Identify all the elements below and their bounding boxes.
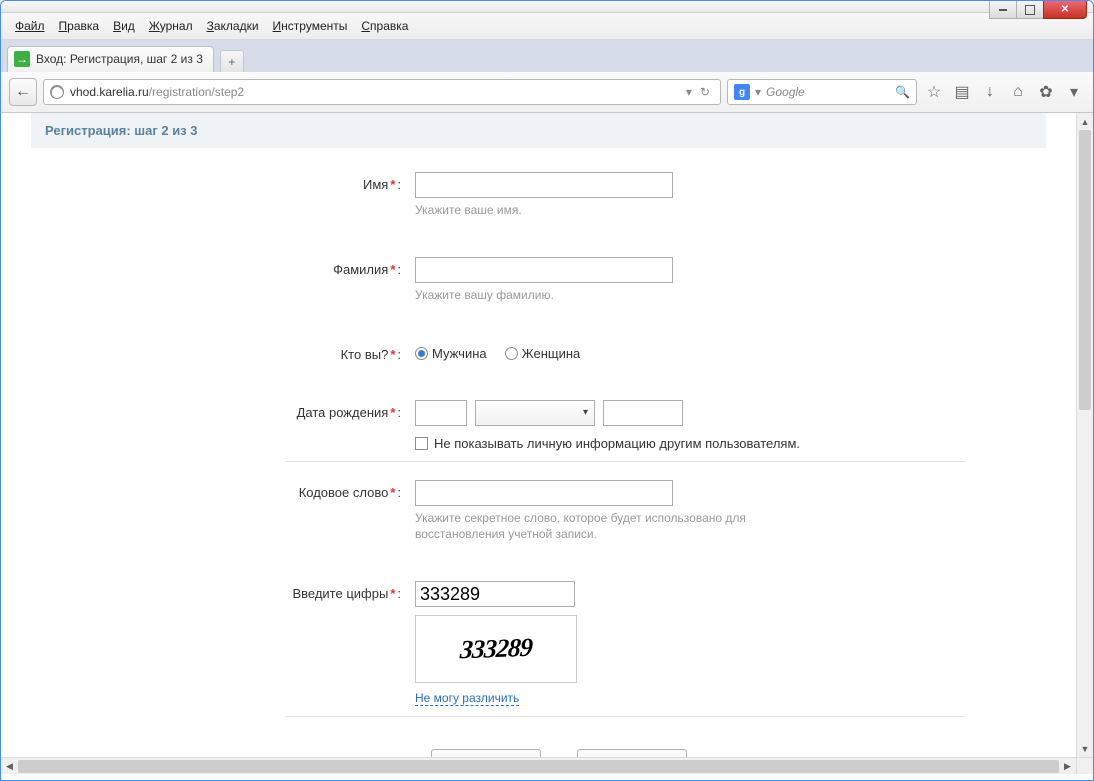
page-content: Регистрация: шаг 2 из 3 Имя*: Укажите ва… — [1, 113, 1076, 757]
new-tab-button[interactable]: + — [220, 50, 244, 72]
menu-tools[interactable]: Инструменты — [267, 17, 354, 35]
search-box[interactable]: g ▾ Google 🔍 — [727, 79, 917, 105]
divider — [285, 716, 965, 717]
captcha-image: 333289 — [415, 615, 577, 683]
codeword-input[interactable] — [415, 480, 673, 506]
registration-form: Имя*: Укажите ваше имя. Фамилия*: Укажит… — [105, 172, 1052, 757]
search-icon[interactable]: 🔍 — [895, 85, 910, 99]
dob-label: Дата рождения*: — [105, 400, 415, 420]
menubar: Файл Правка Вид Журнал Закладки Инструме… — [1, 13, 1093, 40]
star-icon[interactable]: ☆ — [923, 81, 945, 103]
gender-female[interactable]: Женщина — [505, 346, 581, 361]
viewport: Регистрация: шаг 2 из 3 Имя*: Укажите ва… — [1, 113, 1093, 774]
url-host: vhod.karelia.ru — [70, 85, 149, 99]
codeword-label: Кодовое слово*: — [105, 480, 415, 500]
window-controls — [990, 1, 1087, 19]
menu-bookmarks[interactable]: Закладки — [201, 17, 265, 35]
scroll-up-icon[interactable]: ▲ — [1077, 113, 1093, 130]
scroll-thumb[interactable] — [18, 760, 1059, 773]
last-name-label: Фамилия*: — [105, 257, 415, 277]
next-button[interactable]: Вперед » — [577, 749, 687, 757]
captcha-input[interactable] — [415, 581, 575, 607]
tab-active[interactable]: Вход: Регистрация, шаг 2 из 3 — [7, 46, 214, 72]
gender-label: Кто вы?*: — [105, 342, 415, 362]
navbar: ← vhod.karelia.ru/registration/step2 ▾ ↻… — [1, 72, 1093, 113]
menu-help[interactable]: Справка — [355, 17, 414, 35]
horizontal-scrollbar[interactable]: ◀ ▶ — [1, 757, 1076, 774]
search-placeholder: Google — [766, 85, 805, 99]
url-bar[interactable]: vhod.karelia.ru/registration/step2 ▾ ↻ — [43, 79, 721, 105]
minimize-button[interactable] — [989, 1, 1017, 19]
dob-day-input[interactable] — [415, 400, 467, 426]
tab-favicon — [14, 51, 30, 67]
dob-year-input[interactable] — [603, 400, 683, 426]
globe-icon — [50, 85, 64, 99]
privacy-checkbox[interactable] — [415, 437, 428, 450]
reload-icon[interactable]: ↻ — [696, 85, 714, 99]
captcha-label: Введите цифры*: — [105, 581, 415, 601]
close-button[interactable] — [1043, 1, 1087, 19]
download-icon[interactable]: ↓ — [979, 81, 1001, 103]
back-button-form[interactable]: « Назад — [431, 749, 541, 757]
radio-icon — [505, 347, 518, 360]
last-name-hint: Укажите вашу фамилию. — [415, 287, 673, 304]
scroll-down-icon[interactable]: ▼ — [1077, 740, 1093, 757]
first-name-hint: Укажите ваше имя. — [415, 202, 673, 219]
menu-view[interactable]: Вид — [107, 17, 141, 35]
page-title: Регистрация: шаг 2 из 3 — [31, 113, 1046, 148]
codeword-hint: Укажите секретное слово, которое будет и… — [415, 510, 755, 544]
url-dropdown-icon[interactable]: ▾ — [682, 85, 696, 99]
titlebar — [1, 1, 1093, 13]
browser-window: Файл Правка Вид Журнал Закладки Инструме… — [0, 0, 1094, 781]
first-name-input[interactable] — [415, 172, 673, 198]
home-icon[interactable]: ⌂ — [1007, 81, 1029, 103]
back-button[interactable]: ← — [9, 78, 37, 106]
menu-history[interactable]: Журнал — [143, 17, 199, 35]
radio-icon — [415, 347, 428, 360]
addon-icon[interactable]: ✿ — [1035, 81, 1057, 103]
tabbar: Вход: Регистрация, шаг 2 из 3 + — [1, 40, 1093, 72]
vertical-scrollbar[interactable]: ▲ ▼ — [1076, 113, 1093, 757]
google-icon: g — [734, 84, 750, 100]
search-dropdown-icon[interactable]: ▾ — [755, 85, 761, 99]
last-name-input[interactable] — [415, 257, 673, 283]
overflow-icon[interactable]: ▾ — [1063, 81, 1085, 103]
divider — [285, 461, 965, 462]
scroll-left-icon[interactable]: ◀ — [1, 758, 18, 775]
captcha-refresh-link[interactable]: Не могу различить — [415, 691, 519, 706]
tab-title: Вход: Регистрация, шаг 2 из 3 — [36, 52, 203, 66]
scroll-corner — [1076, 757, 1093, 774]
scroll-thumb[interactable] — [1079, 130, 1091, 410]
scroll-right-icon[interactable]: ▶ — [1059, 758, 1076, 775]
url-path: /registration/step2 — [149, 85, 244, 99]
first-name-label: Имя*: — [105, 172, 415, 192]
dob-month-select[interactable] — [475, 400, 595, 426]
menu-file[interactable]: Файл — [9, 17, 51, 35]
reader-icon[interactable]: ▤ — [951, 81, 973, 103]
maximize-button[interactable] — [1016, 1, 1044, 19]
menu-edit[interactable]: Правка — [53, 17, 106, 35]
gender-male[interactable]: Мужчина — [415, 346, 487, 361]
privacy-label: Не показывать личную информацию другим п… — [434, 436, 800, 451]
